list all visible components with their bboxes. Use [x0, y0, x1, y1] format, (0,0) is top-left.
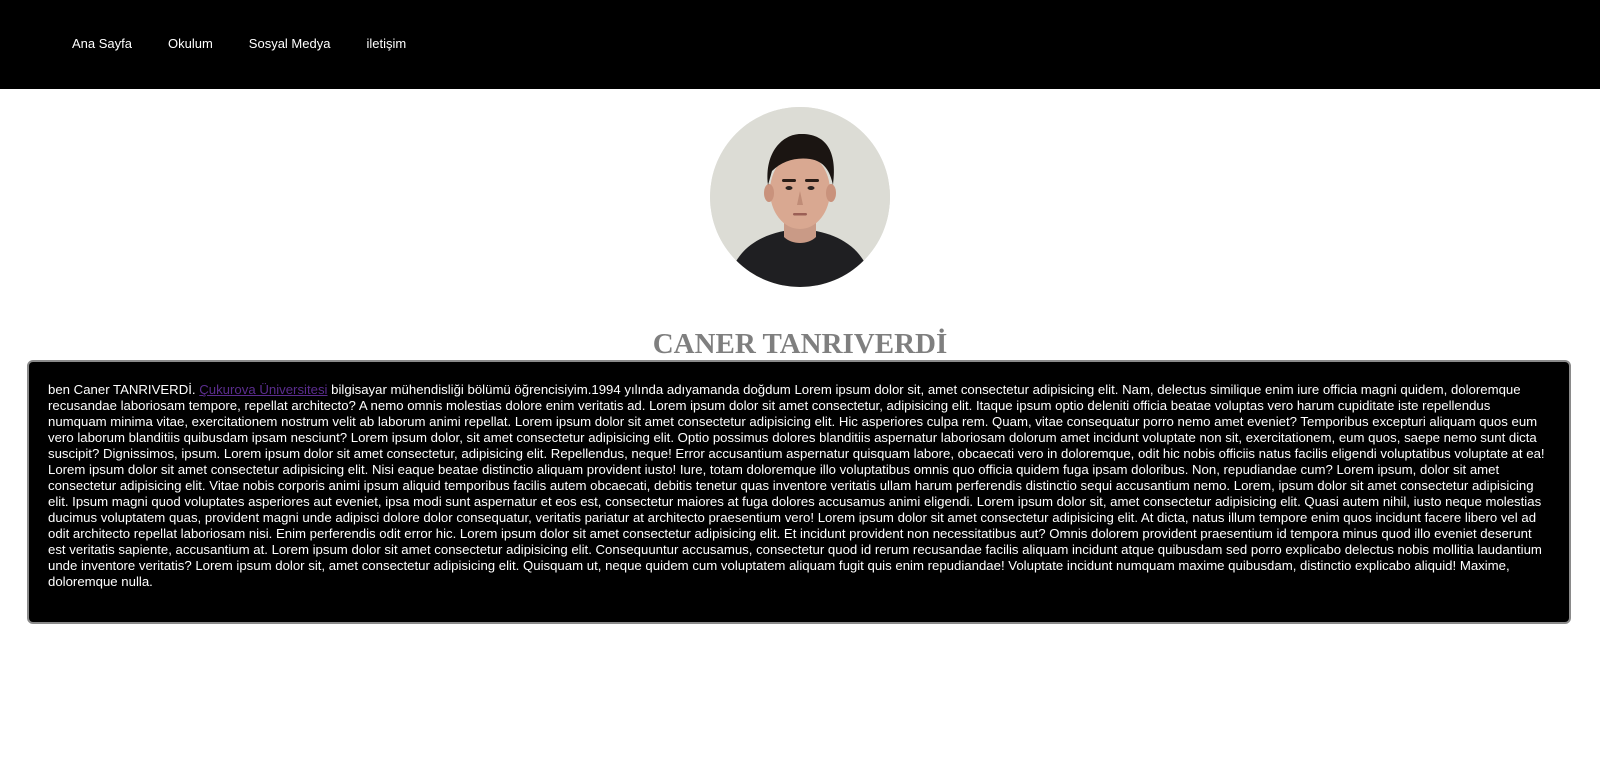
- university-link[interactable]: Çukurova Üniversitesi: [199, 382, 327, 397]
- nav-item-sosyal-medya: Sosyal Medya: [249, 35, 367, 53]
- nav-item-iletisim: iletişim: [366, 35, 442, 53]
- profile-photo: [710, 107, 890, 287]
- nav-link-iletisim[interactable]: iletişim: [366, 36, 406, 51]
- nav-link-okulum[interactable]: Okulum: [168, 36, 213, 51]
- bio-panel: ben Caner TANRIVERDİ. Çukurova Üniversit…: [27, 360, 1571, 624]
- profile-name-heading: CANER TANRIVERDİ: [652, 328, 948, 360]
- top-navbar: Ana Sayfa Okulum Sosyal Medya iletişim: [0, 0, 1600, 89]
- nav-link-ana-sayfa[interactable]: Ana Sayfa: [72, 36, 132, 51]
- nav-item-ana-sayfa: Ana Sayfa: [72, 35, 168, 53]
- bio-paragraph: ben Caner TANRIVERDİ. Çukurova Üniversit…: [48, 382, 1550, 590]
- person-portrait-icon: [710, 107, 890, 287]
- bio-intro: ben Caner TANRIVERDİ.: [48, 382, 196, 397]
- nav-menu: Ana Sayfa Okulum Sosyal Medya iletişim: [72, 35, 442, 53]
- bio-body-text: bilgisayar mühendisliği bölümü öğrencisi…: [48, 382, 1545, 589]
- nav-link-sosyal-medya[interactable]: Sosyal Medya: [249, 36, 331, 51]
- nav-item-okulum: Okulum: [168, 35, 249, 53]
